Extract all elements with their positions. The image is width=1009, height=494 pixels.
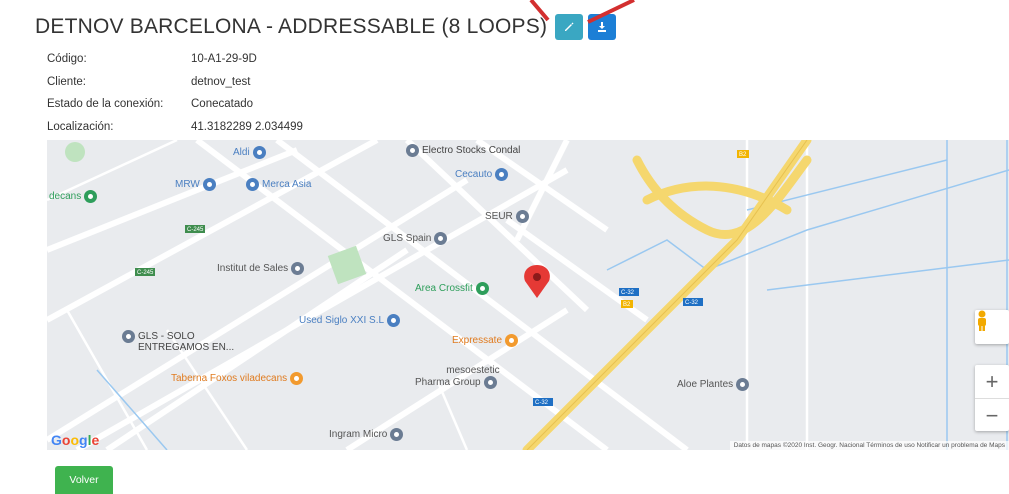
school-icon <box>291 262 305 275</box>
restaurant-icon <box>290 372 304 385</box>
poi[interactable]: Expressate <box>452 334 521 347</box>
info-value: 10-A1-29-9D <box>191 53 257 66</box>
poi-label: Aldi <box>233 147 250 158</box>
poi[interactable]: Institut de Sales <box>217 262 307 275</box>
poi-label: ENTREGAMOS EN... <box>138 342 235 353</box>
device-info: Código: 10-A1-29-9D Cliente: detnov_test… <box>47 48 303 138</box>
place-icon <box>515 210 529 223</box>
poi[interactable]: Ingram Micro <box>329 428 406 441</box>
zoom-out-button[interactable]: − <box>975 398 1009 432</box>
road-label: C-32 <box>685 300 699 306</box>
poi[interactable]: Cecauto <box>455 168 511 181</box>
road-label: C-245 <box>137 270 154 276</box>
shopping-icon <box>246 178 259 191</box>
poi[interactable]: GLS Spain <box>383 232 450 245</box>
info-value: detnov_test <box>191 75 251 88</box>
info-label: Localización: <box>47 120 114 133</box>
road-label: C-32 <box>621 290 635 296</box>
poi[interactable]: SEUR <box>485 210 532 223</box>
info-label: Estado de la conexión: <box>47 98 164 111</box>
poi[interactable]: Aldi <box>233 146 269 159</box>
place-icon <box>434 232 448 245</box>
car-icon <box>495 168 509 181</box>
info-row-localizacion: Localización: 41.3182289 2.034499 <box>47 116 303 139</box>
poi-label: Area Crossfit <box>415 283 473 294</box>
poi-label: Taberna Foxos viladecans <box>171 373 288 384</box>
info-row-cliente: Cliente: detnov_test <box>47 71 303 94</box>
poi-label: Merca Asia <box>262 179 312 190</box>
road-label: C-245 <box>187 227 204 233</box>
place-icon <box>84 190 98 203</box>
poi-label: Institut de Sales <box>217 263 289 274</box>
poi-label: Pharma Group <box>415 376 481 388</box>
pegman-icon <box>978 310 986 331</box>
shopping-icon <box>252 146 266 159</box>
car-icon <box>387 314 401 327</box>
place-icon <box>122 330 135 343</box>
poi-label: Ingram Micro <box>329 429 388 440</box>
back-button[interactable]: Volver <box>55 466 113 494</box>
map-footer[interactable]: Datos de mapas ©2020 Inst. Geogr. Nacion… <box>729 441 1009 450</box>
poi-label: Used Siglo XXI S.L <box>299 315 385 326</box>
poi[interactable]: Electro Stocks Condal <box>403 144 520 157</box>
google-logo: Google <box>51 432 100 448</box>
road-label: B2 <box>623 302 631 308</box>
poi-label: Expressate <box>452 335 503 346</box>
annotation-arrows <box>529 0 635 24</box>
shopping-icon <box>202 178 216 191</box>
poi[interactable]: mesoestetic Pharma Group <box>415 366 500 389</box>
cafe-icon <box>505 334 519 347</box>
poi[interactable]: decans <box>49 190 100 203</box>
zoom-in-button[interactable]: + <box>975 365 1009 398</box>
info-label: Cliente: <box>47 75 86 88</box>
poi-label: decans <box>49 191 82 202</box>
place-icon <box>736 378 750 391</box>
poi[interactable]: GLS - SOLO ENTREGAMOS EN... <box>119 330 234 353</box>
poi-label: GLS Spain <box>383 233 432 244</box>
poi-label: Cecauto <box>455 169 493 180</box>
road-label: C-32 <box>535 400 549 406</box>
poi[interactable]: Taberna Foxos viladecans <box>171 372 306 385</box>
info-label: Código: <box>47 53 87 66</box>
poi[interactable]: Aloe Plantes <box>677 378 752 391</box>
zoom-control: + − <box>975 365 1009 431</box>
poi[interactable]: Merca Asia <box>243 178 311 191</box>
poi-label: MRW <box>175 179 200 190</box>
gym-icon <box>475 282 489 295</box>
poi-label: mesoestetic <box>446 365 500 376</box>
street-view-pegman[interactable] <box>975 310 1009 344</box>
poi[interactable]: Area Crossfit <box>415 282 492 295</box>
poi[interactable]: MRW <box>175 178 219 191</box>
info-value: Conecatado <box>191 98 254 111</box>
place-icon <box>483 376 497 389</box>
poi-label: SEUR <box>485 211 513 222</box>
info-value: 41.3182289 2.034499 <box>191 120 303 133</box>
poi-label: Electro Stocks Condal <box>422 145 521 156</box>
poi-label: Aloe Plantes <box>677 379 734 390</box>
map[interactable]: C-245 C-245 C-32 C-32 B2 B2 C-32 Aldi El… <box>47 140 1009 450</box>
info-row-codigo: Código: 10-A1-29-9D <box>47 48 303 71</box>
info-row-estado: Estado de la conexión: Conecatado <box>47 93 303 116</box>
place-icon <box>390 428 404 441</box>
poi-label: GLS - SOLO <box>138 330 195 342</box>
location-marker-icon[interactable] <box>524 265 550 298</box>
shopping-icon <box>406 144 419 157</box>
road-label: B2 <box>739 152 747 158</box>
poi[interactable]: Used Siglo XXI S.L <box>299 314 403 327</box>
